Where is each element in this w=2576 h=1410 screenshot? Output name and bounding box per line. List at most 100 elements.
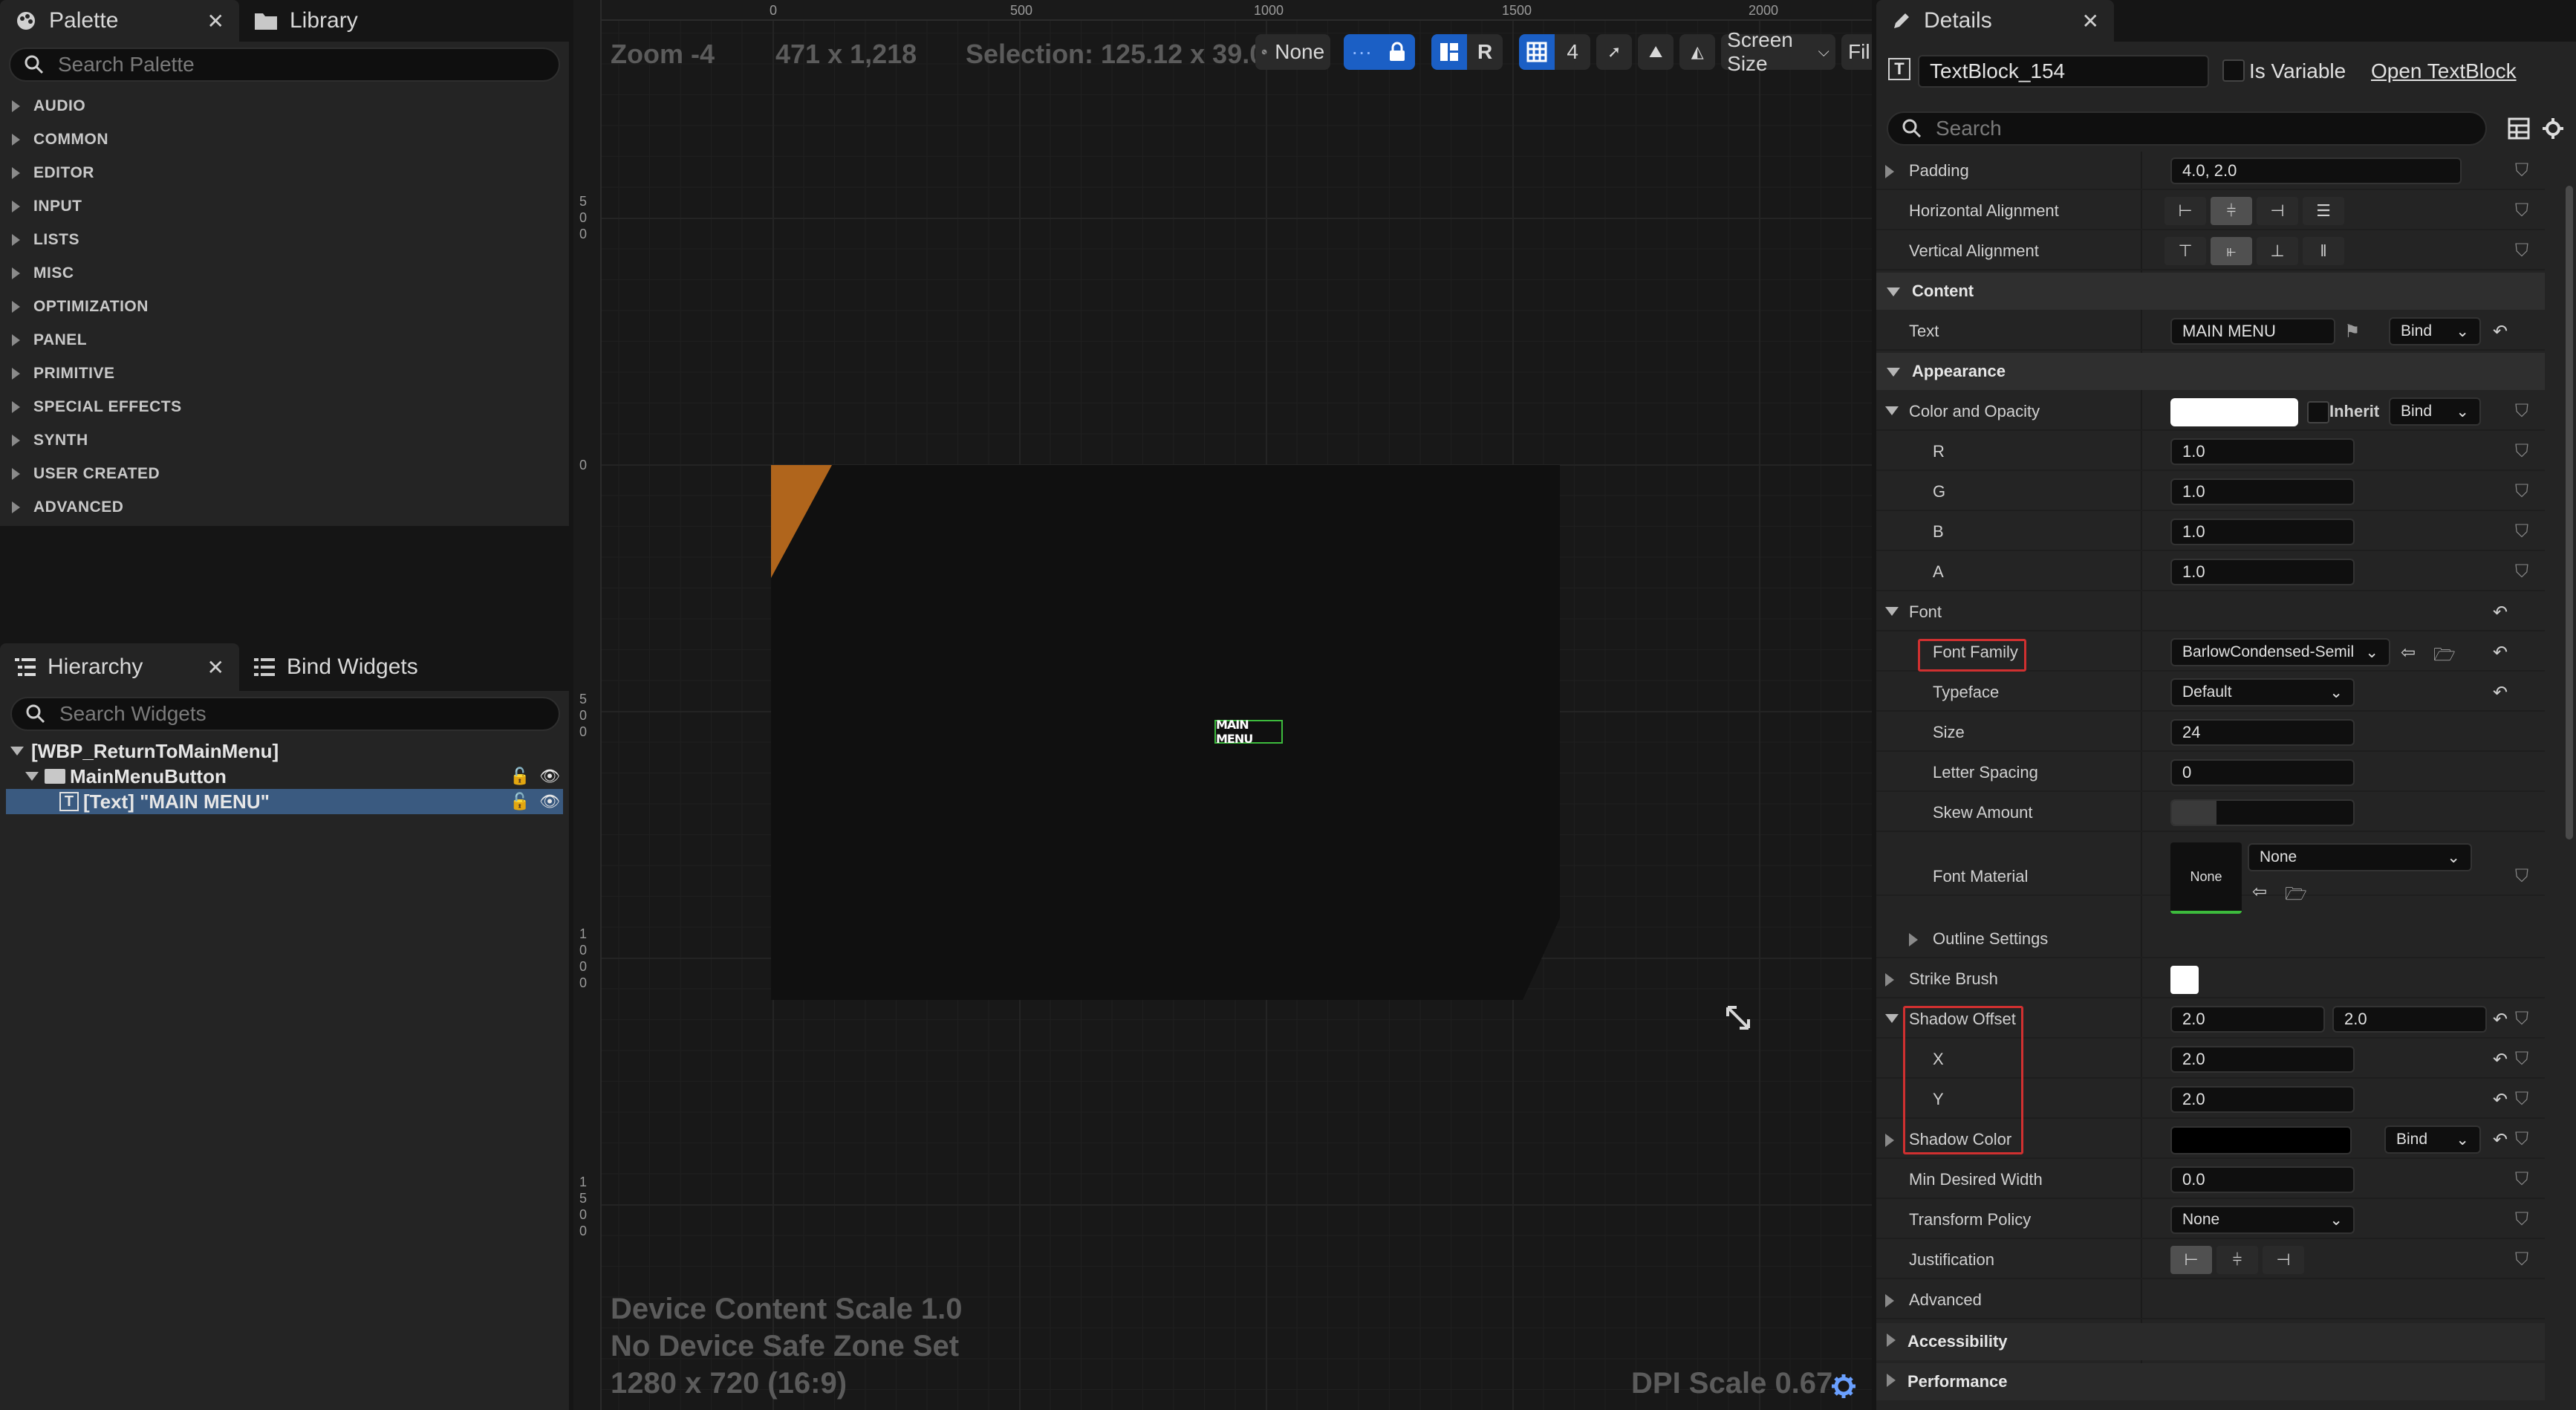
bind-dropdown[interactable]: Bind ⌄ [2384,1125,2481,1154]
palette-category[interactable]: OPTIMIZATION [0,290,569,323]
property-options-icon[interactable]: ⛉ [2515,1089,2528,1110]
expand-icon[interactable] [1885,1294,1894,1311]
alignment-option-icon[interactable]: ⊣ [2263,1246,2304,1274]
reset-arrow-icon[interactable]: ↶ [2493,642,2508,663]
browse-arrow-icon[interactable]: ⇦ [2401,642,2416,663]
r-field[interactable]: 1.0 [2170,438,2355,465]
palette-category[interactable]: COMMON [0,123,569,156]
palette-search[interactable]: Search Palette [9,48,560,82]
is-variable-checkbox[interactable] [2222,59,2245,82]
folder-search-icon[interactable]: 🗁 [2433,642,2456,672]
tree-item-mainmenubutton[interactable]: MainMenuButton 🔓 👁 [0,764,569,789]
alignment-option-icon[interactable]: ☰ [2303,197,2344,225]
lock-toggle[interactable] [1379,34,1416,70]
alignment-option-icon[interactable]: ⫩ [2216,1246,2258,1274]
bind-dropdown[interactable]: Bind ⌄ [2389,317,2481,345]
palette-category[interactable]: SPECIAL EFFECTS [0,390,569,423]
palette-category[interactable]: MISC [0,256,569,290]
palette-category[interactable]: LISTS [0,223,569,256]
details-search[interactable]: Search [1887,111,2487,146]
palette-category[interactable]: AUDIO [0,89,569,123]
palette-category[interactable]: INPUT [0,189,569,223]
b-field[interactable]: 1.0 [2170,519,2355,545]
font-material-dropdown[interactable]: None ⌄ [2248,843,2472,871]
lock-icon[interactable]: 🔓 [510,792,530,811]
property-options-icon[interactable]: ⛉ [2515,1129,2528,1150]
localization-button[interactable]: None [1255,34,1331,70]
section-appearance[interactable]: Appearance [1876,353,2545,390]
expand-icon[interactable] [1885,973,1894,990]
alignment-option-icon[interactable]: ⊣ [2257,197,2298,225]
collapse-icon[interactable] [1885,606,1899,620]
property-options-icon[interactable]: ⛉ [2515,1049,2528,1070]
tree-item-root[interactable]: [WBP_ReturnToMainMenu] [0,738,279,764]
padding-field[interactable]: 4.0, 2.0 [2170,157,2462,184]
reset-arrow-icon[interactable]: ↶ [2493,1129,2508,1151]
reset-arrow-icon[interactable]: ↶ [2493,1089,2508,1111]
alignment-option-icon[interactable]: ⊤ [2164,237,2206,265]
property-options-icon[interactable]: ⛉ [2515,441,2528,462]
shadow-offset-y-field[interactable]: 2.0 [2332,1006,2487,1033]
screen-size-dropdown[interactable]: Screen Size ⌵ [1721,28,1835,75]
palette-category[interactable]: ADVANCED [0,490,569,524]
font-material-thumbnail[interactable]: None [2170,842,2242,914]
strike-brush-swatch[interactable] [2170,966,2199,994]
reset-arrow-icon[interactable]: ↶ [2493,1009,2508,1030]
hierarchy-search[interactable]: Search Widgets [10,697,560,731]
table-view-icon[interactable] [2508,117,2530,140]
size-field[interactable]: 24 [2170,719,2355,746]
expand-icon[interactable] [1885,165,1894,182]
palette-category[interactable]: EDITOR [0,156,569,189]
letter-spacing-field[interactable]: 0 [2170,759,2355,786]
preview-button[interactable]: ⛰ [1638,34,1674,70]
inherit-checkbox[interactable] [2307,401,2329,423]
property-options-icon[interactable]: ⛉ [2515,241,2528,261]
widget-name-field[interactable]: TextBlock_154 [1918,55,2209,88]
g-field[interactable]: 1.0 [2170,478,2355,505]
palette-category[interactable]: SYNTH [0,423,569,457]
palette-category[interactable]: USER CREATED [0,457,569,490]
gear-icon[interactable] [1830,1373,1857,1400]
toggle-mode-button[interactable]: ··· [1344,34,1380,70]
alignment-option-icon[interactable]: ⊢ [2170,1246,2212,1274]
collapse-icon[interactable] [1885,1013,1899,1027]
min-width-field[interactable]: 0.0 [2170,1166,2355,1193]
palette-category[interactable]: PANEL [0,323,569,357]
fill-screen-dropdown[interactable]: Fil [1841,34,1872,70]
alignment-option-icon[interactable]: ‖ [2303,237,2344,265]
collapse-icon[interactable] [1885,406,1899,419]
x-field[interactable]: 2.0 [2170,1046,2355,1073]
expand-icon[interactable] [1909,933,1918,950]
transform-dropdown[interactable]: None ⌄ [2170,1206,2355,1234]
bind-dropdown[interactable]: Bind ⌄ [2389,397,2481,426]
resize-handle-icon[interactable] [1723,1003,1753,1033]
lock-icon[interactable]: 🔓 [510,767,530,786]
section-content[interactable]: Content [1876,273,2545,310]
property-options-icon[interactable]: ⛉ [2515,866,2528,887]
main-menu-text-widget[interactable]: MAIN MENU [1214,718,1283,746]
expand-icon[interactable] [25,772,39,781]
property-options-icon[interactable]: ⛉ [2515,562,2528,582]
details-scrollbar[interactable] [2566,186,2573,839]
cursor-button[interactable]: ➚ [1596,34,1633,70]
reset-arrow-icon[interactable]: ↶ [2493,321,2508,342]
alignment-option-icon[interactable]: ⫦ [2211,237,2252,265]
grid-snap-toggle[interactable] [1519,34,1555,70]
tab-bind-widgets[interactable]: Bind Widgets [239,646,433,688]
property-options-icon[interactable]: ⛉ [2515,1169,2528,1190]
open-textblock-link[interactable]: Open TextBlock [2371,59,2517,83]
typeface-dropdown[interactable]: Default ⌄ [2170,678,2355,706]
grid-size-value[interactable]: 4 [1555,34,1591,70]
shadow-offset-x-field[interactable]: 2.0 [2170,1006,2325,1033]
flag-icon[interactable]: ⚑ [2344,321,2361,342]
shadow-color-swatch[interactable] [2170,1126,2352,1154]
eye-icon[interactable]: 👁 [539,792,560,811]
text-field[interactable]: MAIN MENU [2170,318,2335,345]
reset-arrow-icon[interactable]: ↶ [2493,602,2508,623]
a-field[interactable]: 1.0 [2170,559,2355,585]
section-performance[interactable]: Performance [1876,1363,2545,1400]
property-options-icon[interactable]: ⛉ [2515,160,2528,181]
reset-arrow-icon[interactable]: ↶ [2493,682,2508,704]
close-icon[interactable]: ✕ [2082,9,2099,33]
respect-locks-button[interactable]: R [1467,34,1503,70]
